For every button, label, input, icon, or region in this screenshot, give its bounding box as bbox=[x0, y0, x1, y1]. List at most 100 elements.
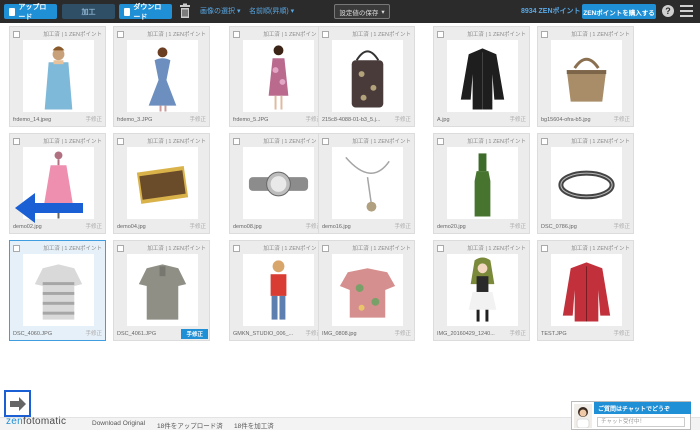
woman-dress-photo bbox=[44, 46, 73, 110]
process-button[interactable]: 加工 bbox=[62, 4, 115, 19]
manual-edit-button[interactable]: 手修正 bbox=[613, 222, 630, 230]
thumbnail[interactable] bbox=[23, 254, 94, 326]
woman-blue-dress-photo bbox=[148, 47, 177, 112]
image-card[interactable]: 加工済 | 1 ZENポイント demo20.jpg 手修正 bbox=[433, 133, 530, 234]
manual-edit-button[interactable]: 手修正 bbox=[85, 222, 102, 230]
image-card[interactable]: 加工済 | 1 ZENポイント TEST.JPG 手修正 bbox=[537, 240, 634, 341]
image-card[interactable]: 加工済 | 1 ZENポイント frdemo_3.JPG 手修正 bbox=[113, 26, 210, 127]
manual-edit-button[interactable]: 手修正 bbox=[509, 222, 526, 230]
image-card[interactable]: 加工済 | 1 ZENポイント DSC_0786.jpg 手修正 bbox=[537, 133, 634, 234]
manual-edit-button[interactable]: 手修正 bbox=[394, 329, 411, 337]
manual-edit-button[interactable]: 手修正 bbox=[85, 115, 102, 123]
thumbnail[interactable] bbox=[127, 147, 198, 219]
chevron-down-icon: ▾ bbox=[381, 8, 385, 16]
image-card[interactable]: 加工済 | 1 ZENポイント demo16.jpg 手修正 bbox=[318, 133, 415, 234]
manual-edit-button[interactable]: 手修正 bbox=[613, 115, 630, 123]
sort-dropdown[interactable]: 名前順(昇順) ▾ bbox=[249, 6, 294, 16]
select-checkbox[interactable] bbox=[117, 31, 124, 38]
chat-widget[interactable]: ご質問はチャットでどうぞ チャット受付中！ bbox=[571, 401, 691, 430]
select-checkbox[interactable] bbox=[541, 31, 548, 38]
thumbnail[interactable] bbox=[127, 40, 198, 112]
image-card[interactable]: 加工済 | 1 ZENポイント IMG_0808.jpg 手修正 bbox=[318, 240, 415, 341]
thumbnail[interactable] bbox=[243, 40, 314, 112]
manual-edit-button[interactable]: 手修正 bbox=[509, 329, 526, 337]
image-card[interactable]: 加工済 | 1 ZENポイント demo08.jpg 手修正 bbox=[229, 133, 326, 234]
select-checkbox[interactable] bbox=[322, 31, 329, 38]
thumbnail[interactable] bbox=[551, 254, 622, 326]
image-card[interactable]: 加工済 | 1 ZENポイント A.jpg 手修正 bbox=[433, 26, 530, 127]
image-card[interactable]: 加工済 | 1 ZENポイント DSC_4061.JPG 手修正 bbox=[113, 240, 210, 341]
thumbnail[interactable] bbox=[447, 147, 518, 219]
select-checkbox[interactable] bbox=[233, 245, 240, 252]
manual-edit-button[interactable]: 手修正 bbox=[181, 329, 208, 339]
thumbnail[interactable] bbox=[447, 254, 518, 326]
thumbnail[interactable] bbox=[23, 40, 94, 112]
image-card[interactable]: 加工済 | 1 ZENポイント bg15604-ofra-b5.jpg 手修正 bbox=[537, 26, 634, 127]
thumbnail[interactable] bbox=[551, 40, 622, 112]
select-checkbox[interactable] bbox=[233, 138, 240, 145]
card-status: 加工済 | 1 ZENポイント bbox=[147, 246, 206, 252]
help-icon[interactable]: ? bbox=[662, 5, 674, 17]
thumbnail[interactable] bbox=[127, 254, 198, 326]
upload-label: アップロード bbox=[18, 3, 47, 21]
save-settings-dropdown[interactable]: 設定値の保存 ▾ bbox=[334, 4, 390, 19]
select-checkbox[interactable] bbox=[13, 31, 20, 38]
image-card[interactable]: 加工済 | 1 ZENポイント DSC_4060.JPG 手修正 bbox=[9, 240, 106, 341]
select-checkbox[interactable] bbox=[233, 31, 240, 38]
image-card[interactable]: 加工済 | 1 ZENポイント demo04.jpg 手修正 bbox=[113, 133, 210, 234]
select-checkbox[interactable] bbox=[13, 245, 20, 252]
download-button[interactable]: ダウンロード bbox=[119, 3, 172, 21]
image-card[interactable]: 加工済 | 1 ZENポイント frdemo_14.jpeg 手修正 bbox=[9, 26, 106, 127]
select-checkbox[interactable] bbox=[437, 138, 444, 145]
upload-button[interactable]: アップロード bbox=[4, 3, 57, 21]
leather-handbag-photo bbox=[566, 57, 607, 102]
zenfotomatic-logo: zenfotomatic bbox=[6, 416, 67, 427]
child-photo bbox=[270, 260, 287, 320]
thumbnail[interactable] bbox=[332, 254, 403, 326]
file-name: A.jpg bbox=[437, 117, 450, 123]
file-name: demo16.jpg bbox=[322, 224, 351, 230]
manual-edit-button[interactable]: 手修正 bbox=[85, 329, 102, 337]
anime-figure-photo bbox=[468, 257, 497, 322]
image-select-dropdown[interactable]: 画像の選択 ▾ bbox=[200, 6, 240, 16]
select-checkbox[interactable] bbox=[322, 245, 329, 252]
manual-edit-button[interactable]: 手修正 bbox=[189, 115, 206, 123]
select-checkbox[interactable] bbox=[117, 245, 124, 252]
select-checkbox[interactable] bbox=[541, 138, 548, 145]
thumbnail[interactable] bbox=[243, 254, 314, 326]
file-name: demo02.jpg bbox=[13, 224, 42, 230]
manual-edit-button[interactable]: 手修正 bbox=[394, 222, 411, 230]
image-card[interactable]: 加工済 | 1 ZENポイント IMG_20160429_1240... 手修正 bbox=[433, 240, 530, 341]
grey-polo-photo bbox=[138, 264, 187, 320]
file-name: 215c8-4088-01-b3_5.j... bbox=[322, 117, 381, 123]
bracelet-photo bbox=[558, 170, 615, 200]
thumbnail[interactable] bbox=[243, 147, 314, 219]
thumbnail[interactable] bbox=[551, 147, 622, 219]
image-card[interactable]: 加工済 | 1 ZENポイント 215c8-4088-01-b3_5.j... 手修… bbox=[318, 26, 415, 127]
image-card[interactable]: 加工済 | 1 ZENポイント frdemo_5.JPG 手修正 bbox=[229, 26, 326, 127]
chat-input[interactable]: チャット受付中！ bbox=[597, 417, 685, 427]
image-card[interactable]: 加工済 | 1 ZENポイント GMKN_STUDIO_006_... 手修正 bbox=[229, 240, 326, 341]
thumbnail[interactable] bbox=[447, 40, 518, 112]
select-checkbox[interactable] bbox=[437, 245, 444, 252]
scroll-right-button[interactable] bbox=[4, 390, 31, 417]
hamburger-menu-icon[interactable] bbox=[680, 5, 693, 17]
select-checkbox[interactable] bbox=[117, 138, 124, 145]
download-label: ダウンロード bbox=[133, 3, 162, 21]
download-original-link[interactable]: Download Original bbox=[92, 420, 145, 427]
thumbnail[interactable] bbox=[332, 40, 403, 112]
file-name: demo20.jpg bbox=[437, 224, 466, 230]
right-arrow-icon bbox=[9, 396, 26, 411]
manual-edit-button[interactable]: 手修正 bbox=[394, 115, 411, 123]
manual-edit-button[interactable]: 手修正 bbox=[509, 115, 526, 123]
select-checkbox[interactable] bbox=[322, 138, 329, 145]
thumbnail[interactable] bbox=[332, 147, 403, 219]
manual-edit-button[interactable]: 手修正 bbox=[613, 329, 630, 337]
select-checkbox[interactable] bbox=[541, 245, 548, 252]
trash-icon[interactable] bbox=[179, 3, 191, 19]
select-checkbox[interactable] bbox=[13, 138, 20, 145]
select-checkbox[interactable] bbox=[437, 31, 444, 38]
manual-edit-button[interactable]: 手修正 bbox=[189, 222, 206, 230]
buy-points-button[interactable]: ZENポイントを購入する bbox=[582, 4, 656, 19]
chat-title[interactable]: ご質問はチャットでどうぞ bbox=[594, 402, 691, 414]
